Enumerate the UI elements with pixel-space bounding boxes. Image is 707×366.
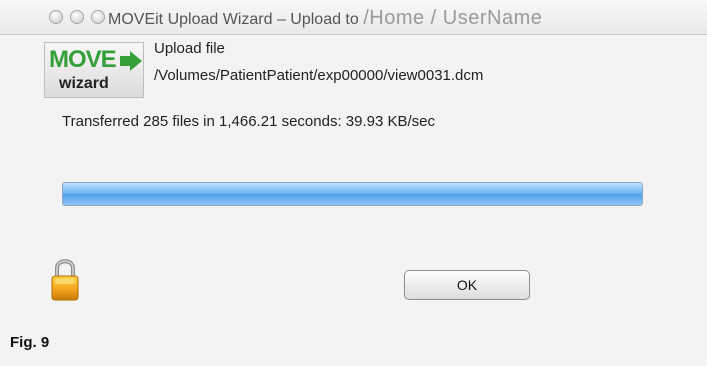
moveit-wizard-logo: MOVE wizard [44,42,144,98]
upload-wizard-window: MOVEit Upload Wizard – Upload to /Home /… [0,0,707,366]
minimize-window-button[interactable] [70,10,84,24]
upload-file-path: /Volumes/PatientPatient/exp00000/view003… [154,67,484,84]
lock-icon [51,259,79,301]
window-title: MOVEit Upload Wizard – Upload to /Home /… [108,7,542,30]
upload-file-label: Upload file [154,40,225,57]
zoom-window-button[interactable] [91,10,105,24]
transfer-status-text: Transferred 285 files in 1,466.21 second… [62,113,436,130]
upload-progress-fill [63,183,642,205]
close-window-button[interactable] [49,10,63,24]
window-title-main: MOVEit Upload Wizard – Upload to [108,11,364,28]
logo-move-text: MOVE [49,46,117,73]
figure-caption: Fig. 9 [10,334,50,351]
upload-progress-bar [62,182,643,206]
ok-button[interactable]: OK [404,270,530,300]
arrow-right-icon [120,51,142,71]
window-titlebar: MOVEit Upload Wizard – Upload to /Home /… [0,0,707,35]
window-title-path: /Home / UserName [363,7,543,29]
logo-wizard-text: wizard [59,75,109,92]
